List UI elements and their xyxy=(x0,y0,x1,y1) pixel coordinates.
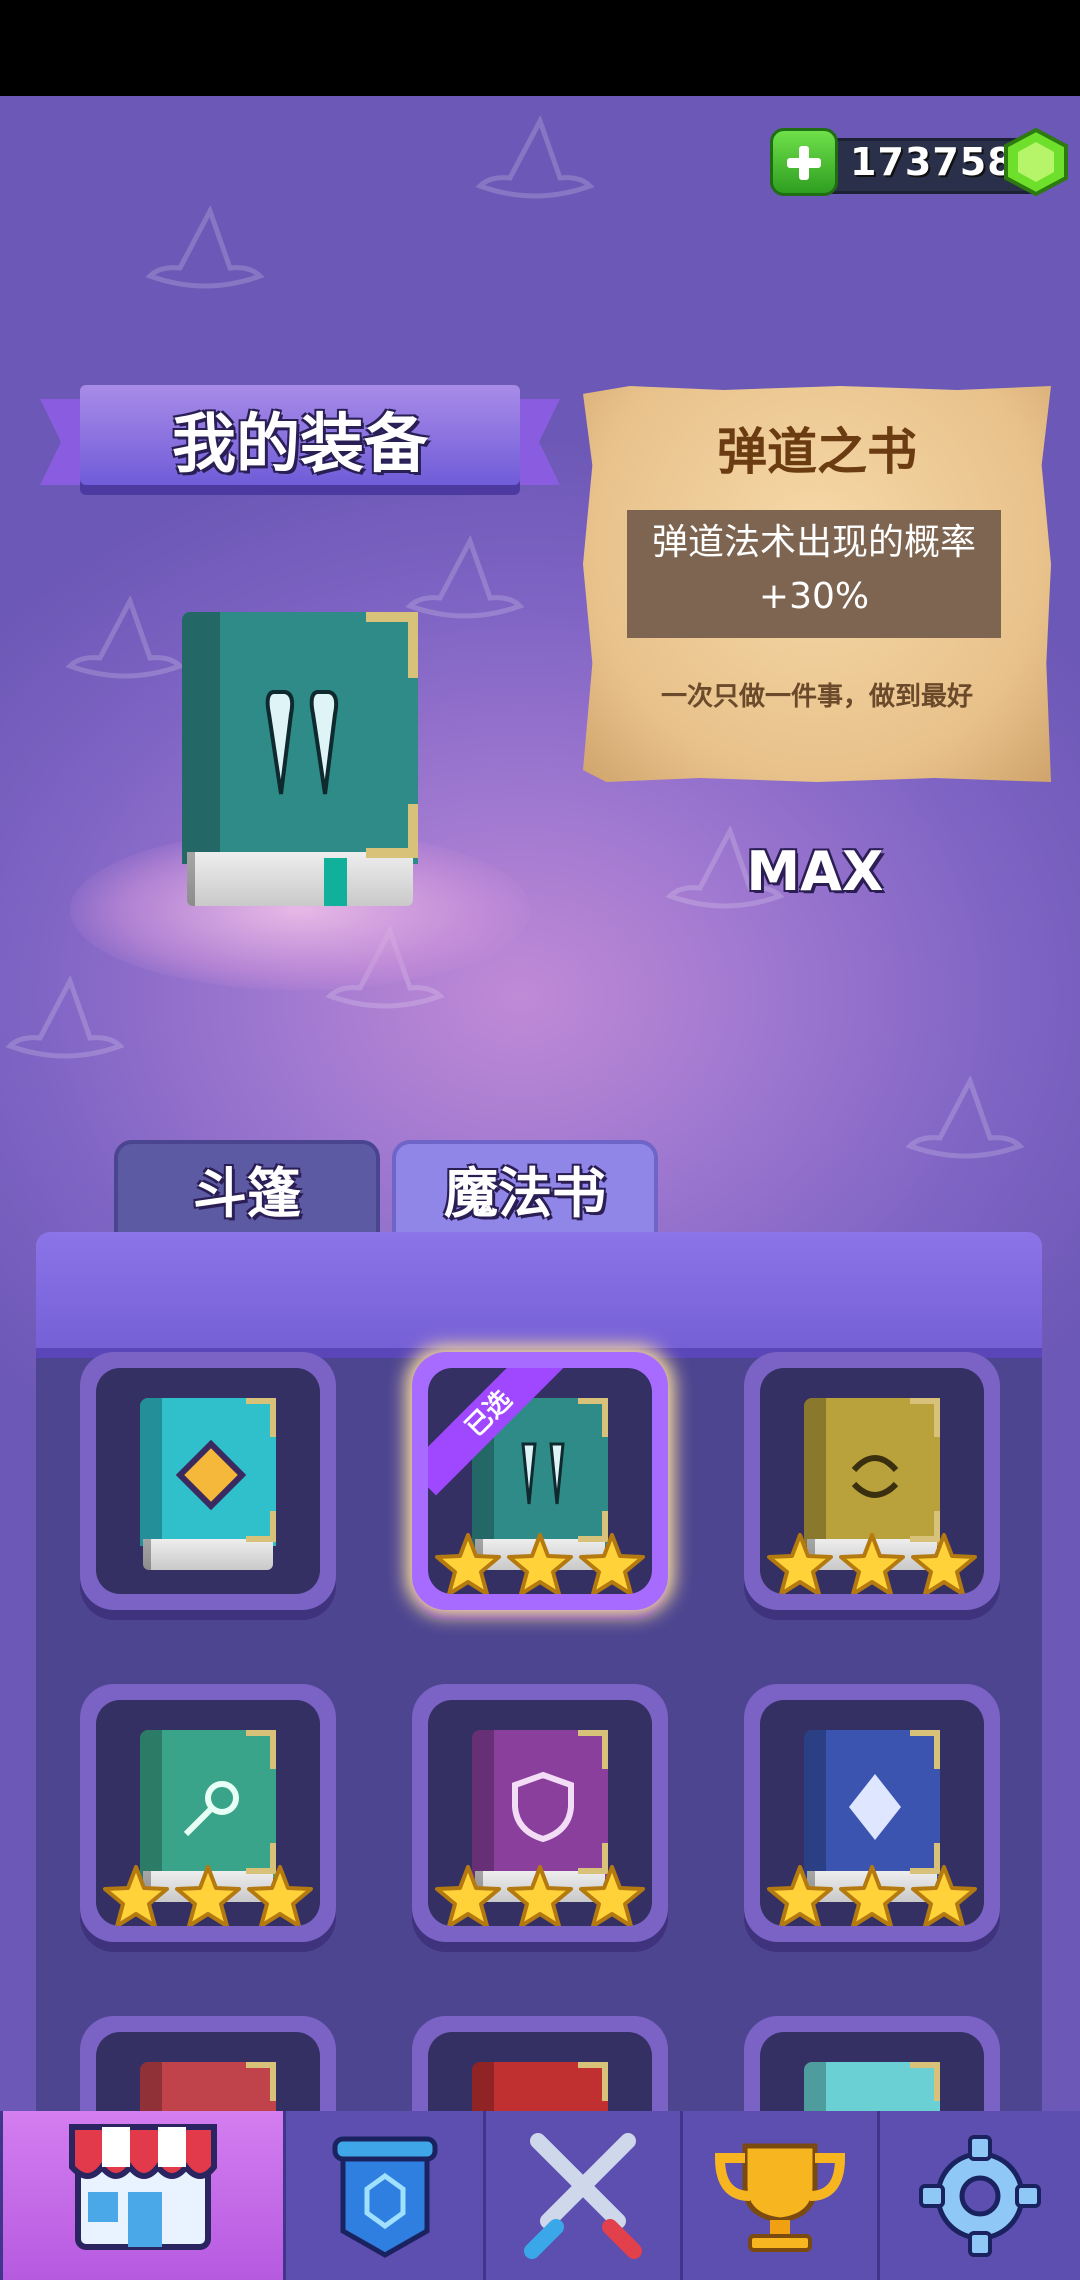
my-equipment-banner: 我的装备 xyxy=(40,385,560,505)
star-icon xyxy=(911,1533,977,1594)
item-motto: 一次只做一件事，做到最好 xyxy=(660,682,973,712)
item-name: 弹道之书 xyxy=(717,423,917,481)
plus-icon[interactable] xyxy=(770,128,838,196)
book-slot-inner xyxy=(428,1700,652,1926)
gear-icon xyxy=(919,2134,1041,2257)
crossed-swords-icon xyxy=(524,2132,642,2259)
hat-pattern-icon xyxy=(5,976,125,1059)
shield-banner-icon xyxy=(332,2136,437,2258)
star-icon xyxy=(839,1533,905,1594)
hat-pattern-icon xyxy=(145,206,265,289)
trophy-icon xyxy=(714,2143,846,2252)
star-icon xyxy=(767,1865,833,1926)
nav-battle[interactable] xyxy=(483,2111,680,2280)
star-icon xyxy=(579,1533,645,1594)
star-rating xyxy=(760,1532,984,1594)
level-label: MAX xyxy=(746,840,884,903)
book-slot-comet-book[interactable] xyxy=(80,1684,336,1942)
book-slot-diamond-book[interactable] xyxy=(80,1352,336,1610)
star-rating xyxy=(428,1532,652,1594)
status-bar xyxy=(0,0,1080,96)
star-icon xyxy=(507,1533,573,1594)
gem-counter: 173758 xyxy=(770,127,1070,198)
item-info-card: 弹道之书 弹道法术出现的概率+30% 一次只做一件事，做到最好 xyxy=(583,386,1051,782)
book-pages xyxy=(186,852,414,906)
book-slot-inner xyxy=(760,1368,984,1594)
book-slot-inner: 已选 xyxy=(428,1368,652,1594)
book-spine xyxy=(182,612,220,864)
gem-amount: 173758 xyxy=(850,140,1015,184)
star-icon xyxy=(507,1865,573,1926)
inventory-panel: 已选 xyxy=(36,1352,1042,2274)
shop-icon xyxy=(69,2123,217,2250)
inventory-panel-header xyxy=(36,1232,1042,1358)
book-slot-inner xyxy=(760,1700,984,1926)
star-icon xyxy=(175,1865,241,1926)
item-effect: 弹道法术出现的概率+30% xyxy=(627,510,1001,638)
nav-shop[interactable] xyxy=(0,2111,283,2280)
diamond-book-icon xyxy=(140,1398,276,1574)
star-icon xyxy=(247,1865,313,1926)
book-slot-bounce-book[interactable] xyxy=(744,1352,1000,1610)
star-icon xyxy=(767,1533,833,1594)
star-icon xyxy=(103,1865,169,1926)
star-rating xyxy=(760,1864,984,1926)
fangs-icon xyxy=(229,666,380,822)
bottom-nav xyxy=(0,2111,1080,2280)
equipped-book-image xyxy=(182,612,418,912)
nav-settings[interactable] xyxy=(877,2111,1080,2280)
book-slot-ballistic-book[interactable]: 已选 xyxy=(412,1352,668,1610)
green-gem-icon xyxy=(1004,127,1068,197)
book-slot-shield-book[interactable] xyxy=(412,1684,668,1942)
star-icon xyxy=(435,1533,501,1594)
book-slot-inner xyxy=(96,1700,320,1926)
book-slot-crystal-book[interactable] xyxy=(744,1684,1000,1942)
star-icon xyxy=(839,1865,905,1926)
book-bookmark xyxy=(323,858,348,906)
star-rating xyxy=(428,1864,652,1926)
hat-pattern-icon xyxy=(905,1076,1025,1159)
hat-pattern-icon xyxy=(405,536,525,619)
page-title: 我的装备 xyxy=(172,408,428,482)
star-icon xyxy=(911,1865,977,1926)
star-icon xyxy=(579,1865,645,1926)
hat-pattern-icon xyxy=(475,116,595,199)
star-rating xyxy=(96,1864,320,1926)
star-icon xyxy=(435,1865,501,1926)
nav-equipment[interactable] xyxy=(283,2111,483,2280)
book-slot-inner xyxy=(96,1368,320,1594)
nav-rankings[interactable] xyxy=(680,2111,877,2280)
hat-pattern-icon xyxy=(65,596,185,679)
